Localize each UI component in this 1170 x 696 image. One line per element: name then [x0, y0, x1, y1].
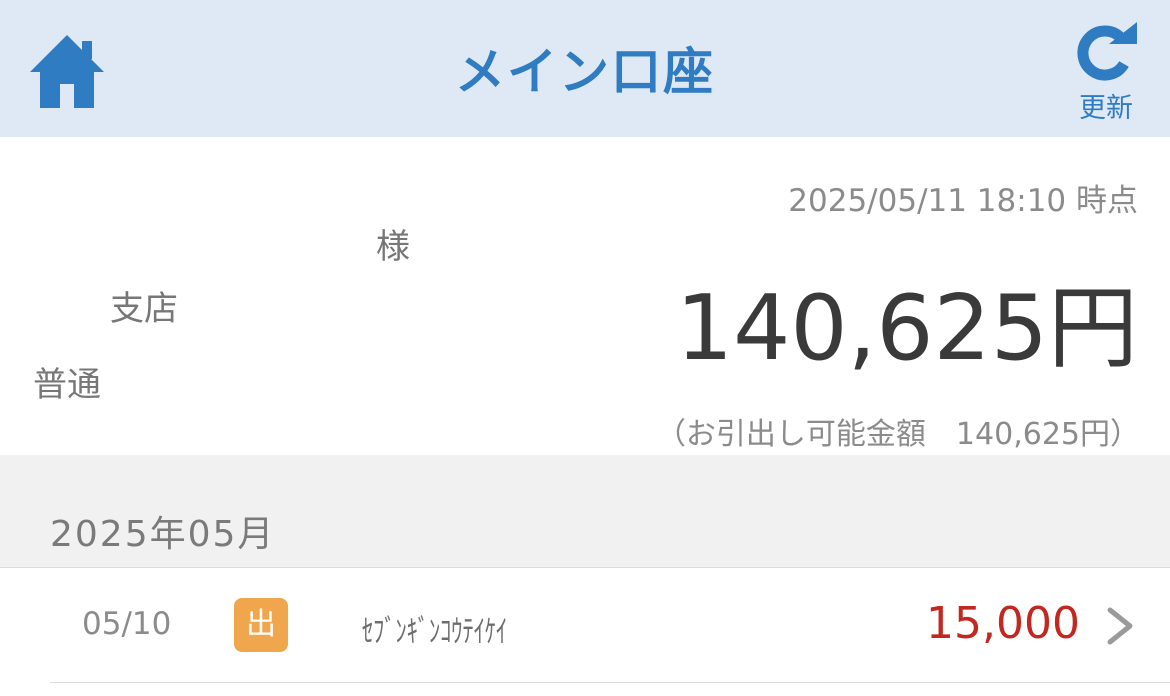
refresh-label: 更新: [1079, 93, 1133, 124]
month-label: 2025年05月: [50, 514, 276, 555]
account-holder-suffix: 様: [376, 227, 410, 267]
page-title: メイン口座: [455, 43, 715, 101]
account-summary: 2025/05/11 18:10 時点 様 支店 普通 140,625円 （お引…: [0, 137, 1170, 455]
row-divider: [50, 682, 1170, 683]
month-section-header: 2025年05月: [0, 455, 1170, 568]
branch-suffix: 支店: [110, 289, 178, 329]
balance-timestamp: 2025/05/11 18:10 時点: [788, 183, 1138, 219]
transaction-amount: 15,000: [926, 598, 1080, 649]
chevron-right-icon: [1107, 607, 1133, 645]
account-type: 普通: [33, 365, 101, 405]
app-header: メイン口座 更新: [0, 0, 1170, 137]
refresh-button[interactable]: 更新: [1062, 22, 1150, 130]
transaction-date: 05/10: [82, 606, 172, 642]
account-balance: 140,625円: [675, 276, 1138, 381]
withdrawal-badge: 出: [234, 598, 288, 652]
transaction-row[interactable]: 05/10 出 ｾﾌﾞﾝｷﾞﾝｺｳﾃｲｹｲ 15,000: [0, 568, 1170, 682]
refresh-icon: [1077, 22, 1137, 81]
transaction-description: ｾﾌﾞﾝｷﾞﾝｺｳﾃｲｹｲ: [362, 614, 508, 650]
withdrawable-amount: （お引出し可能金額 140,625円）: [655, 417, 1140, 452]
